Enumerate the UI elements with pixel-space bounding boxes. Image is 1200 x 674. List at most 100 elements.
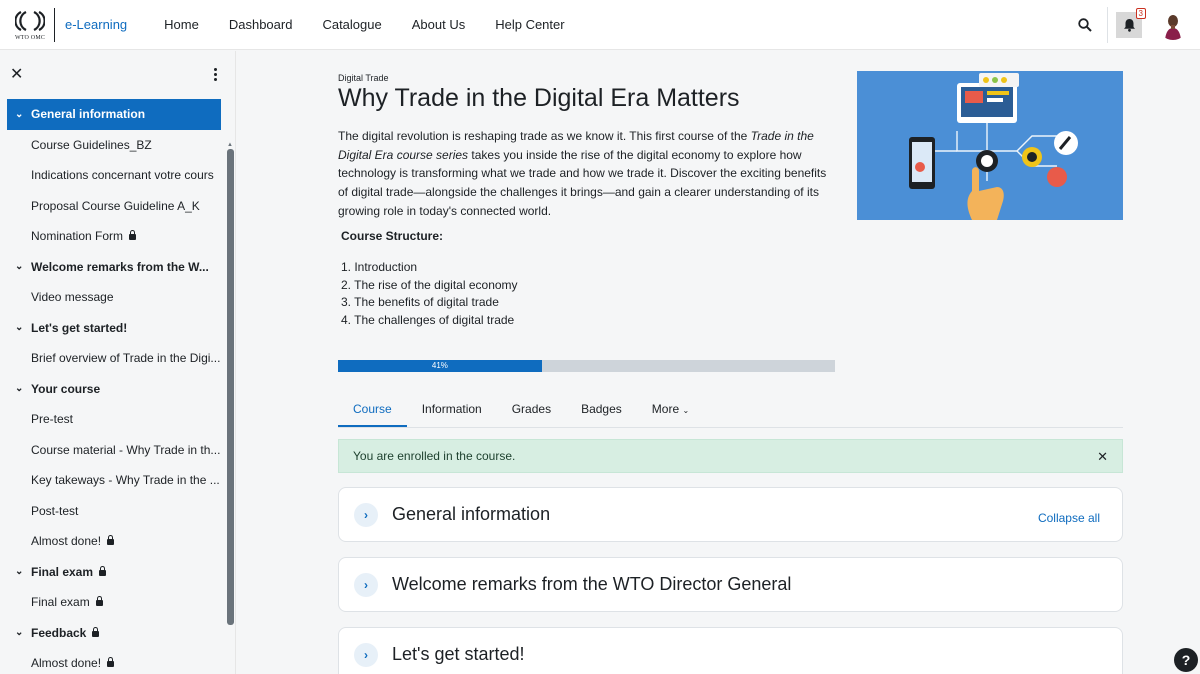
lock-icon [129, 230, 137, 241]
course-index-section[interactable]: ⌄ Let's get started! [7, 313, 221, 344]
tab-course[interactable]: Course [338, 391, 407, 427]
section-title[interactable]: Let's get started! [392, 644, 525, 665]
course-index-activity[interactable]: Course material - Why Trade in th... [7, 435, 221, 466]
course-index-label: Course Guidelines_BZ [31, 137, 152, 152]
nav-catalogue[interactable]: Catalogue [322, 17, 381, 32]
bell-icon [1123, 19, 1135, 32]
course-index-label: Pre-test [31, 412, 74, 427]
course-index-activity[interactable]: Brief overview of Trade in the Digi... [7, 343, 221, 374]
course-index-label: General information [31, 107, 146, 122]
course-index-label: Let's get started! [31, 320, 128, 335]
course-index-activity[interactable]: Post-test [7, 496, 221, 527]
tab-label: More [651, 402, 680, 416]
tab-label: Badges [581, 402, 622, 416]
lock-icon [99, 565, 107, 576]
course-index-section[interactable]: ⌄ Final exam [7, 557, 221, 588]
top-navbar: WTO OMC e-Learning Home Dashboard Catalo… [0, 0, 1200, 50]
notifications-button[interactable]: 3 [1116, 8, 1146, 38]
course-index-label: Video message [31, 290, 114, 305]
course-structure-heading: Course Structure: [341, 229, 444, 243]
drawer-header: ✕ [0, 51, 235, 97]
summary-text-1: The digital revolution is reshaping trad… [338, 129, 751, 143]
help-question-icon[interactable]: ? [1174, 648, 1198, 672]
tab-label: Course [353, 402, 392, 416]
collapse-all-link[interactable]: Collapse all [1038, 511, 1100, 525]
course-index-section[interactable]: ⌄ General information [7, 99, 221, 130]
course-index-activity[interactable]: Nomination Form [7, 221, 221, 252]
page-title: Why Trade in the Digital Era Matters [338, 84, 740, 112]
tab-more[interactable]: More ⌄ [637, 391, 704, 427]
chevron-down-icon[interactable]: ⌄ [15, 109, 31, 120]
chevron-down-icon[interactable]: ⌄ [15, 261, 31, 272]
digital-technology-illustration [857, 71, 1123, 220]
course-index-label: Key takeways - Why Trade in the ... [31, 473, 220, 488]
scroll-up-arrow-icon[interactable]: ▲ [227, 142, 233, 148]
section-welcome-remarks: › Welcome remarks from the WTO Director … [338, 557, 1123, 612]
user-avatar[interactable] [1158, 10, 1188, 40]
nav-about-us[interactable]: About Us [412, 17, 465, 32]
chevron-down-icon[interactable]: ⌄ [15, 322, 31, 333]
tab-information[interactable]: Information [407, 391, 497, 427]
course-index-section[interactable]: ⌄ Feedback [7, 618, 221, 649]
structure-item: 4. The challenges of digital trade [341, 312, 515, 327]
notification-count-badge: 3 [1135, 8, 1146, 19]
lock-icon [95, 596, 103, 607]
course-index-section[interactable]: ⌄ Your course [7, 374, 221, 405]
course-index-label: Final exam [31, 564, 94, 579]
structure-item: 3. The benefits of digital trade [341, 295, 499, 309]
drawer-scrollbar[interactable] [227, 149, 234, 625]
chevron-down-icon[interactable]: ⌄ [15, 566, 31, 577]
course-index-activity[interactable]: Indications concernant votre cours [7, 160, 221, 191]
wto-logo[interactable]: WTO OMC [8, 3, 52, 47]
course-index-activity[interactable]: Final exam [7, 587, 221, 618]
course-progress-fill: 41% [338, 360, 542, 372]
nav-home[interactable]: Home [164, 17, 199, 32]
tab-label: Information [421, 402, 482, 416]
section-toggle-chevron-icon[interactable]: › [354, 502, 378, 527]
course-index-activity[interactable]: Key takeways - Why Trade in the ... [7, 465, 221, 496]
tab-grades[interactable]: Grades [497, 391, 566, 427]
search-button[interactable] [1065, 0, 1105, 50]
course-index-activity[interactable]: Course Guidelines_BZ [7, 130, 221, 161]
course-index-activity[interactable]: Almost done! [7, 526, 221, 557]
course-index-label: Indications concernant votre cours [31, 168, 214, 183]
course-index-label: Post-test [31, 503, 79, 518]
close-alert-icon[interactable]: ✕ [1097, 449, 1108, 465]
course-tabs: Course Information Grades Badges More ⌄ [338, 391, 1123, 428]
user-avatar-image [1158, 10, 1188, 40]
course-index-activity[interactable]: Video message [7, 282, 221, 313]
alert-message: You are enrolled in the course. [353, 449, 516, 463]
section-general-information: › General information Collapse all [338, 487, 1123, 542]
section-toggle-chevron-icon[interactable]: › [354, 572, 378, 597]
course-index-activity[interactable]: Pre-test [7, 404, 221, 435]
course-progress-bar: 41% [338, 360, 835, 372]
course-index-label: Almost done! [31, 534, 102, 549]
lock-icon [107, 657, 115, 668]
section-title[interactable]: General information [392, 504, 550, 525]
chevron-down-icon[interactable]: ⌄ [15, 627, 31, 638]
section-lets-get-started: › Let's get started! [338, 627, 1123, 674]
nav-help-center[interactable]: Help Center [495, 17, 564, 32]
course-structure-list: 1. Introduction 2. The rise of the digit… [341, 259, 518, 329]
course-index-label: Almost done! [31, 656, 102, 671]
course-index-drawer: ✕ ⌄ General information Course Guidelines_… [0, 51, 236, 674]
navbar-actions: 3 [1065, 0, 1200, 50]
nav-dashboard[interactable]: Dashboard [229, 17, 293, 32]
kebab-menu-icon[interactable] [214, 67, 217, 81]
close-drawer-icon[interactable]: ✕ [10, 64, 23, 84]
section-title[interactable]: Welcome remarks from the WTO Director Ge… [392, 574, 791, 595]
brand-name[interactable]: e-Learning [65, 17, 127, 32]
course-index-label: Nomination Form [31, 229, 124, 244]
enrolment-alert: You are enrolled in the course. ✕ [338, 439, 1123, 473]
section-toggle-chevron-icon[interactable]: › [354, 642, 378, 667]
course-image [857, 71, 1123, 220]
lock-icon [92, 626, 100, 637]
chevron-down-icon[interactable]: ⌄ [15, 383, 31, 394]
course-index-label: Final exam [31, 595, 90, 610]
tab-badges[interactable]: Badges [566, 391, 637, 427]
course-index-section[interactable]: ⌄ Welcome remarks from the W... [7, 252, 221, 283]
course-index-label: Feedback [31, 625, 87, 640]
main-content: Digital Trade Why Trade in the Digital E… [237, 51, 1200, 674]
course-index-activity[interactable]: Almost done! [7, 648, 221, 674]
course-index-activity[interactable]: Proposal Course Guideline A_K [7, 191, 221, 222]
